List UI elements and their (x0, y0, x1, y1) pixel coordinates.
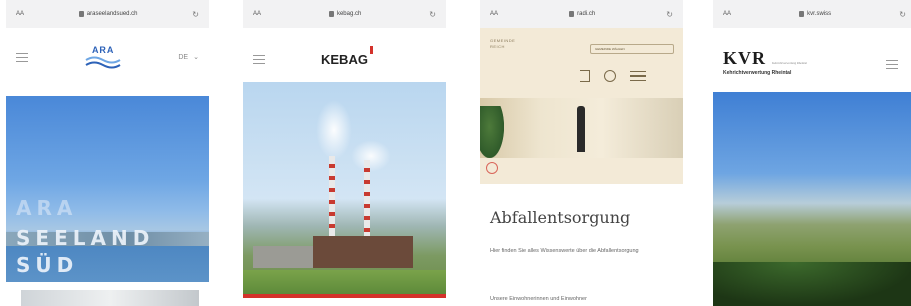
lock-icon (569, 11, 575, 17)
plant-photo-detail (480, 106, 504, 158)
plant-building (313, 236, 413, 268)
phone-screen-kebag: AA kebag.ch ↻ KEBAG (243, 0, 446, 306)
lock-icon (328, 11, 334, 17)
url-text: araseelandsued.ch (86, 11, 138, 17)
search-icon[interactable] (604, 70, 616, 82)
accent-bar (243, 294, 446, 298)
kvr-logo[interactable]: KVR Kehrichtverwertung Rheintal (723, 48, 906, 69)
url-text: radi.ch (577, 11, 596, 17)
url-text: kebag.ch (336, 11, 362, 17)
chevron-down-icon: ⌄ (193, 54, 199, 61)
text-size-button[interactable]: AA (253, 11, 261, 17)
hamburger-menu-icon[interactable] (886, 60, 898, 69)
login-icon[interactable] (580, 70, 590, 82)
smoke-plume (316, 100, 352, 160)
reload-icon[interactable]: ↻ (666, 10, 673, 19)
foreground-hill (713, 262, 911, 306)
text-size-button[interactable]: AA (16, 11, 24, 17)
browser-address-bar[interactable]: AA kvr.swiss ↻ (713, 0, 911, 28)
hero-title-line-2: SEELAND (16, 226, 155, 250)
logo-line-2: REICH (490, 44, 505, 49)
grass-field (243, 270, 446, 294)
ara-logo[interactable]: ARA (84, 45, 122, 69)
phone-screen-gemeinde: AA radi.ch ↻ GEMEINDE REICH GEMEINDE WÄH… (480, 0, 683, 306)
plant-building (253, 246, 313, 268)
url-field[interactable]: kebag.ch (328, 11, 362, 17)
intro-paragraph: Hier finden Sie alles Wissenswerte über … (490, 248, 639, 254)
circle-icon (486, 162, 498, 174)
hero-title-line-3: SÜD (16, 253, 79, 277)
url-text: kvr.swiss (807, 11, 832, 17)
text-size-button[interactable]: AA (723, 11, 731, 17)
smoke-plume (351, 140, 391, 172)
header-icons (580, 70, 646, 82)
hamburger-menu-icon[interactable] (253, 54, 265, 64)
kvr-logo-subtitle: Kehrichtverwertung Rheintal (723, 70, 792, 76)
language-selector[interactable]: DE ⌄ (178, 53, 199, 62)
language-label: DE (178, 53, 189, 61)
body-paragraph: Unsere Einwohnerinnen und Einwohner (490, 296, 587, 302)
site-header: ARA DE ⌄ (6, 36, 209, 78)
lock-icon (799, 11, 805, 17)
kebag-logo-text: KEBAG (321, 51, 368, 67)
reload-icon[interactable]: ↻ (429, 10, 436, 19)
wave-icon (85, 56, 121, 69)
hero-title-line-1: ARA (16, 196, 78, 220)
ara-logo-text: ARA (91, 45, 115, 55)
person-photo-detail (577, 106, 585, 152)
browser-address-bar[interactable]: AA radi.ch ↻ (480, 0, 683, 28)
browser-address-bar[interactable]: AA kebag.ch ↻ (243, 0, 446, 28)
lock-icon (78, 11, 84, 17)
next-image-preview (21, 290, 199, 306)
kvr-logo-text: KVR (723, 48, 766, 68)
gemeinde-select[interactable]: GEMEINDE WÄHLEN (590, 44, 674, 54)
hamburger-menu-icon[interactable] (16, 52, 28, 62)
browser-address-bar[interactable]: AA araseelandsued.ch ↻ (6, 0, 209, 28)
hamburger-menu-icon[interactable] (630, 70, 646, 82)
gemeinde-logo[interactable]: GEMEINDE REICH (490, 38, 515, 50)
reload-icon[interactable]: ↻ (899, 10, 906, 19)
site-header: KEBAG (243, 36, 446, 82)
phone-screen-kvr: AA kvr.swiss ↻ KVR Kehrichtverwertung Rh… (713, 0, 911, 306)
url-field[interactable]: araseelandsued.ch (78, 11, 138, 17)
reload-icon[interactable]: ↻ (192, 10, 199, 19)
url-field[interactable]: radi.ch (569, 11, 595, 17)
site-header: KVR Kehrichtverwertung Rheintal Kehricht… (713, 36, 911, 90)
text-size-button[interactable]: AA (490, 11, 498, 17)
url-field[interactable]: kvr.swiss (799, 11, 831, 17)
phone-screen-ara: AA araseelandsued.ch ↻ ARA DE ⌄ ARA SEELA… (6, 0, 209, 306)
logo-accent-mark (369, 45, 373, 54)
kvr-logo-tagline: Kehrichtverwertung Rheintal (772, 61, 808, 65)
kebag-logo[interactable]: KEBAG (321, 45, 373, 67)
page-title: Abfallentsorgung (490, 208, 631, 227)
